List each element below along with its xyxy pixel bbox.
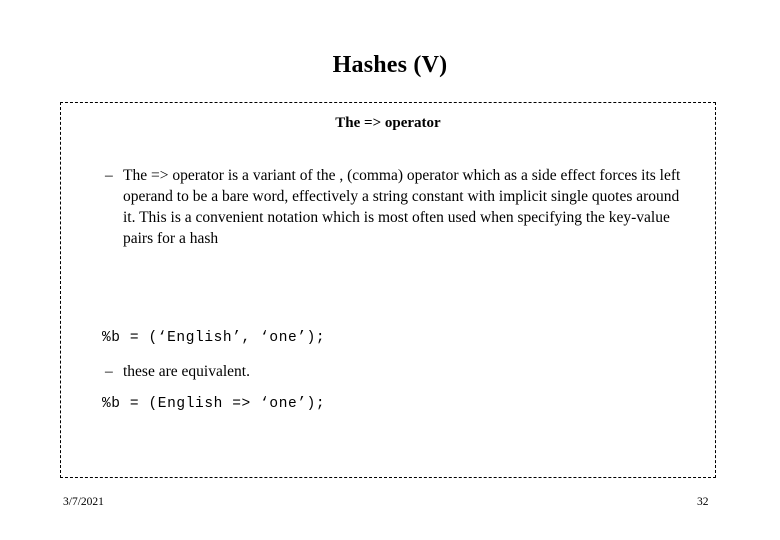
list-item: – these are equivalent. (105, 361, 685, 382)
footer-page-number: 32 (697, 496, 709, 508)
bullet-list-primary: – The => operator is a variant of the , … (105, 165, 685, 249)
bullet-text: these are equivalent. (123, 363, 250, 380)
bullet-dash-icon: – (105, 167, 113, 184)
list-item: – The => operator is a variant of the , … (105, 165, 685, 249)
content-subtitle: The => operator (335, 115, 441, 131)
page-title: Hashes (V) (332, 52, 448, 78)
bullet-text: The => operator is a variant of the , (c… (123, 167, 681, 247)
footer-date: 3/7/2021 (63, 496, 104, 508)
code-line: %b = (‘English’, ‘one’); (102, 330, 326, 346)
slide: Hashes (V) The => operator – The => oper… (0, 0, 780, 540)
code-line: %b = (English => ‘one’); (102, 396, 326, 412)
bullet-list-secondary: – these are equivalent. (105, 361, 685, 382)
content-placeholder-box: The => operator – The => operator is a v… (60, 102, 716, 478)
bullet-dash-icon: – (105, 363, 113, 380)
